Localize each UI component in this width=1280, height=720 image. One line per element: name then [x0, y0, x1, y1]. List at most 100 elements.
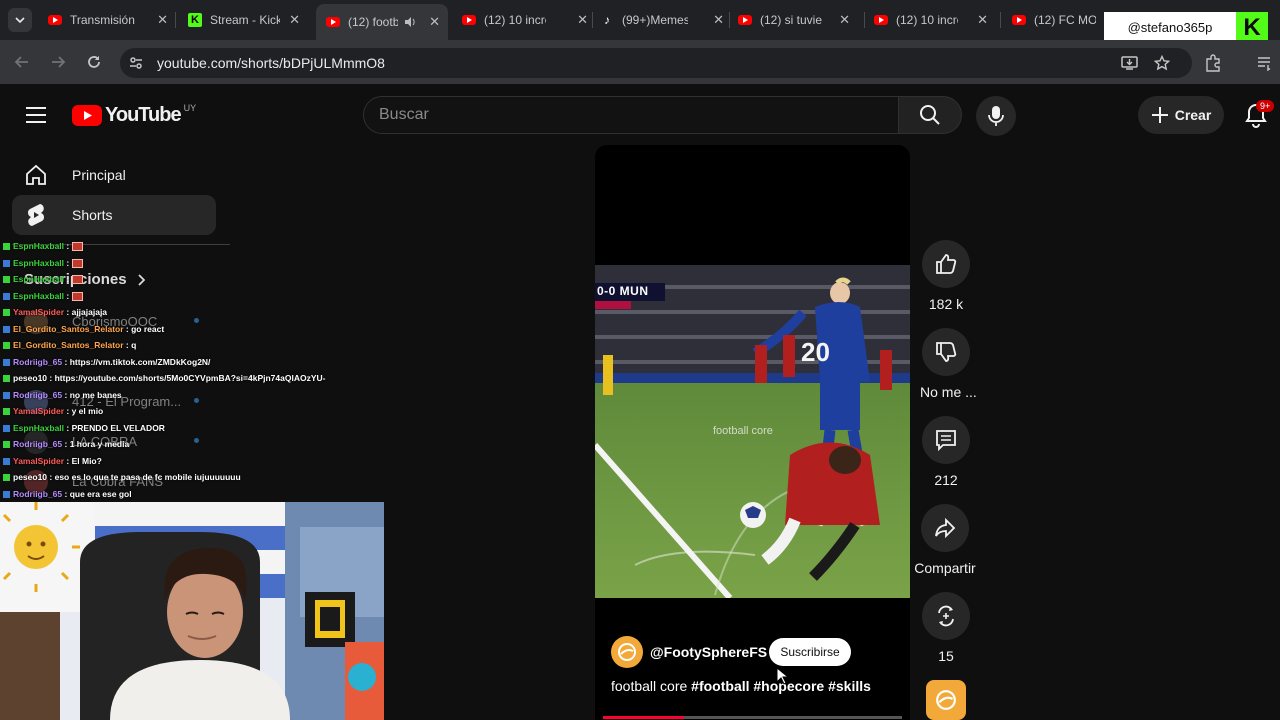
browser-tab-1[interactable]: Transmisión ✕ [48, 6, 168, 34]
tab-divider [592, 12, 593, 28]
chat-username: Rodriigb_65 [13, 439, 63, 449]
chat-message: Rodriigb_65 : que era ese gol [0, 486, 340, 503]
browser-tab-5[interactable]: ♪ (99+)Memes ✕ [600, 6, 724, 34]
like-count: 182 k [928, 296, 964, 312]
close-icon[interactable]: ✕ [429, 14, 440, 30]
chat-message: EspnHaxball : [0, 271, 340, 288]
voice-search-button[interactable] [976, 96, 1016, 136]
chat-message: EspnHaxball : [0, 238, 340, 255]
create-label: Crear [1174, 107, 1212, 123]
notifications-button[interactable]: 9+ [1244, 100, 1275, 128]
remix-button[interactable] [922, 592, 970, 640]
reload-icon[interactable] [86, 54, 102, 70]
short-video-player[interactable]: 0-0 MUN 20 football core @FootySphereFS … [595, 145, 910, 720]
sidebar-item-label: Principal [72, 167, 126, 183]
chat-badge-icon [3, 243, 10, 251]
youtube-icon [738, 15, 752, 25]
url-text: youtube.com/shorts/bDPjULMmmO8 [157, 55, 385, 71]
browser-tab-6[interactable]: (12) si tuviera ✕ [738, 6, 850, 34]
browser-tab-8[interactable]: (12) FC MOBILE [1012, 6, 1104, 34]
close-icon[interactable]: ✕ [577, 12, 588, 28]
close-icon[interactable]: ✕ [713, 12, 724, 28]
chat-message: YamalSpider : El Mio? [0, 453, 340, 470]
tab-title: Stream - Kick [210, 13, 280, 27]
chat-username: YamalSpider [13, 455, 65, 466]
chat-text: https://vm.tiktok.com/ZMDkKog2N/ [69, 356, 211, 367]
tab-title: (99+)Memes [622, 13, 688, 27]
channel-logo-icon [618, 643, 636, 661]
reading-list-icon[interactable] [1256, 55, 1272, 71]
caption-text: football core [611, 678, 692, 694]
sidebar-item-principal[interactable]: Principal [12, 155, 216, 195]
remix-action[interactable]: 15 [920, 592, 972, 664]
channel-avatar[interactable] [611, 636, 643, 668]
thumbs-down-icon [936, 342, 957, 362]
chat-username: YamalSpider [13, 307, 65, 317]
player-number: 20 [801, 337, 830, 367]
chat-username: Rodriigb_65 [13, 488, 63, 499]
share-action[interactable]: Compartir [912, 504, 978, 576]
scoreboard-text: 0-0 MUN [597, 284, 649, 298]
search-input[interactable]: Buscar [363, 96, 899, 134]
extensions-icon[interactable] [1204, 54, 1222, 72]
browser-tab-3-active[interactable]: (12) football ✕ [316, 4, 448, 40]
back-arrow-icon[interactable] [14, 54, 30, 70]
forward-arrow-icon[interactable] [50, 54, 66, 70]
progress-fill [603, 716, 684, 719]
like-action[interactable]: 182 k [920, 240, 972, 312]
tab-title: (12) football [348, 15, 398, 29]
webcam-scene [0, 502, 384, 720]
chat-username: EspnHaxball [13, 290, 65, 301]
tab-divider [729, 12, 730, 28]
chat-badge-icon [3, 292, 10, 300]
chat-username: EspnHaxball [13, 241, 65, 251]
chat-username: EspnHaxball [13, 422, 65, 433]
tab-divider [175, 12, 176, 28]
subscribe-button[interactable]: Suscribirse [769, 638, 851, 666]
search-button[interactable] [898, 96, 962, 134]
logo-wordmark: YouTube [105, 103, 182, 126]
chat-message: EspnHaxball : [0, 288, 340, 305]
channel-handle[interactable]: @FootySphereFS [650, 644, 767, 660]
close-icon[interactable]: ✕ [977, 12, 988, 28]
chat-username: El_Gordito_Santos_Relator [13, 323, 124, 334]
hamburger-menu-icon[interactable] [26, 106, 46, 124]
bookmark-star-icon[interactable] [1154, 55, 1170, 71]
close-icon[interactable]: ✕ [839, 12, 850, 28]
audio-source-thumbnail[interactable] [926, 680, 966, 720]
chat-username: EspnHaxball [13, 274, 65, 284]
speaker-icon[interactable] [404, 16, 416, 28]
chat-badge-icon [3, 342, 10, 350]
create-button[interactable]: Crear [1138, 96, 1224, 134]
chat-username: El_Gordito_Santos_Relator [13, 340, 124, 350]
short-caption: football core #football #hopecore #skill… [611, 678, 871, 694]
youtube-logo[interactable]: YouTube UY [72, 103, 196, 127]
video-frame[interactable]: 0-0 MUN 20 football core [595, 265, 910, 598]
comments-button[interactable] [922, 416, 970, 464]
youtube-icon [48, 15, 62, 25]
close-icon[interactable]: ✕ [157, 12, 168, 28]
dislike-button[interactable] [922, 328, 970, 376]
progress-track[interactable] [603, 716, 902, 719]
chat-text: El Mio? [71, 455, 102, 466]
comments-action[interactable]: 212 [920, 416, 972, 488]
dislike-action[interactable]: No me ... [920, 328, 977, 400]
chat-text: 1 hora y media [69, 439, 130, 449]
thumbs-up-icon [936, 254, 957, 274]
chat-badge-icon [3, 309, 10, 317]
site-info-icon[interactable] [128, 55, 144, 71]
close-icon[interactable]: ✕ [289, 12, 300, 28]
sidebar-item-shorts[interactable]: Shorts [12, 195, 216, 235]
chat-text: no me banes [69, 389, 122, 400]
microphone-icon [988, 106, 1004, 126]
install-app-icon[interactable] [1121, 55, 1138, 71]
tab-search-button[interactable] [8, 8, 32, 32]
browser-tab-4[interactable]: (12) 10 increíbles ✕ [462, 6, 588, 34]
mouse-cursor-icon [776, 667, 788, 685]
youtube-icon [874, 15, 888, 25]
share-button[interactable] [921, 504, 969, 552]
browser-tab-2[interactable]: K Stream - Kick ✕ [188, 6, 300, 34]
like-button[interactable] [922, 240, 970, 288]
emote-icon [71, 291, 83, 301]
browser-tab-7[interactable]: (12) 10 increíbles ✕ [874, 6, 988, 34]
